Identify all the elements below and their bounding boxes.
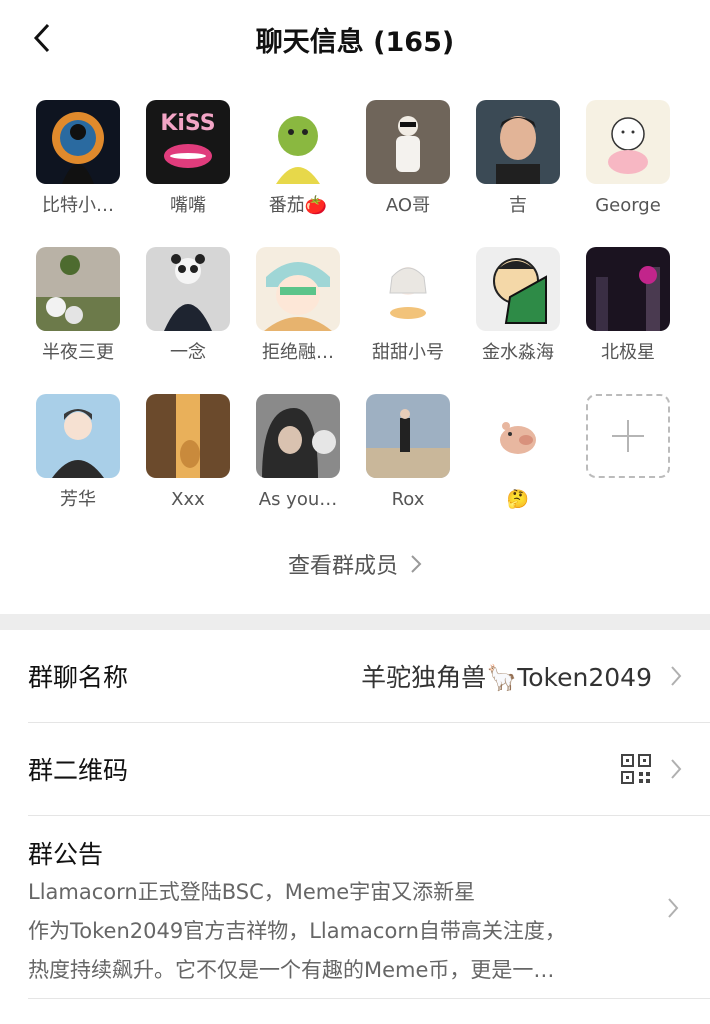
member-item[interactable]: 甜甜小号 <box>353 247 463 365</box>
member-item[interactable]: Xxx <box>133 394 243 512</box>
page-title: 聊天信息 (165) <box>255 27 455 58</box>
add-member-item[interactable] <box>573 394 683 512</box>
member-name: 芳华 <box>60 489 96 510</box>
avatar <box>146 247 230 331</box>
member-name: George <box>595 195 661 216</box>
member-name: Xxx <box>171 489 205 510</box>
group-name-label: 群聊名称 <box>28 663 129 692</box>
announcement-line: 热度持续飙升。它不仅是一个有趣的Meme币，更是一… <box>28 958 555 982</box>
row-divider <box>28 998 710 999</box>
member-item[interactable]: 拒绝融… <box>243 247 353 365</box>
avatar <box>36 394 120 478</box>
member-name: 拒绝融… <box>262 342 334 363</box>
member-item[interactable]: Rox <box>353 394 463 512</box>
row-divider <box>28 815 710 816</box>
group-name-row[interactable]: 群聊名称 羊驼独角兽🦙Token2049 <box>0 630 710 722</box>
avatar <box>36 247 120 331</box>
chevron-right-icon <box>411 555 422 573</box>
member-name: 金水淼海 <box>482 342 554 363</box>
member-grid: 比特小… KiSS 嘴嘴 番茄🍅 AO哥 吉 George 半夜三更 一念 拒绝… <box>23 100 703 512</box>
announcement-line: 作为Token2049官方吉祥物，Llamacorn自带高关注度， <box>28 919 566 943</box>
avatar <box>256 247 340 331</box>
member-item[interactable]: 一念 <box>133 247 243 365</box>
view-all-members-link[interactable]: 查看群成员 <box>0 544 710 584</box>
member-name: 半夜三更 <box>42 342 114 363</box>
group-qr-row[interactable]: 群二维码 <box>0 723 710 815</box>
avatar <box>476 394 560 478</box>
member-item[interactable]: 比特小… <box>23 100 133 218</box>
view-all-label: 查看群成员 <box>287 554 398 579</box>
member-name: AO哥 <box>385 195 431 216</box>
avatar <box>256 394 340 478</box>
section-separator <box>0 614 710 630</box>
announcement-line: Llamacorn正式登陆BSC，Meme宇宙又添新星 <box>28 880 476 904</box>
member-item[interactable]: George <box>573 100 683 218</box>
avatar <box>366 394 450 478</box>
member-name: 番茄🍅 <box>268 195 328 216</box>
member-name: 一念 <box>170 342 206 363</box>
group-name-text: 羊驼独角兽🦙Token2049 <box>361 663 652 692</box>
qr-code-icon <box>621 754 651 784</box>
avatar <box>476 247 560 331</box>
member-item[interactable]: 金水淼海 <box>463 247 573 365</box>
member-name: 甜甜小号 <box>372 342 444 363</box>
member-item[interactable]: As you… <box>243 394 353 512</box>
chevron-right-icon <box>671 666 682 686</box>
member-item[interactable]: 芳华 <box>23 394 133 512</box>
plus-icon <box>612 420 644 452</box>
member-item[interactable]: KiSS 嘴嘴 <box>133 100 243 218</box>
add-member-button[interactable] <box>586 394 670 478</box>
nav-bar: 聊天信息 (165) <box>0 0 710 80</box>
member-name: 比特小… <box>42 195 114 216</box>
member-name: 🤔 <box>506 489 530 510</box>
avatar: KiSS <box>146 100 230 184</box>
group-name-value: 羊驼独角兽🦙Token2049 <box>361 658 682 694</box>
avatar <box>586 100 670 184</box>
group-qr-value <box>620 753 682 785</box>
member-name: Rox <box>391 489 425 510</box>
avatar <box>586 247 670 331</box>
announcement-text: Llamacorn正式登陆BSC，Meme宇宙又添新星 作为Token2049官… <box>28 873 658 990</box>
group-qr-label: 群二维码 <box>28 756 129 785</box>
member-name: As you… <box>258 489 338 510</box>
member-name: 嘴嘴 <box>170 195 206 216</box>
avatar <box>476 100 560 184</box>
member-item[interactable]: 吉 <box>463 100 573 218</box>
avatar <box>36 100 120 184</box>
member-item[interactable]: 半夜三更 <box>23 247 133 365</box>
svg-text:KiSS: KiSS <box>160 111 215 136</box>
member-item[interactable]: 番茄🍅 <box>243 100 353 218</box>
member-item[interactable]: AO哥 <box>353 100 463 218</box>
avatar <box>366 100 450 184</box>
announcement-label: 群公告 <box>28 840 104 869</box>
member-item[interactable]: 北极星 <box>573 247 683 365</box>
avatar <box>146 394 230 478</box>
avatar <box>256 100 340 184</box>
chevron-right-icon <box>668 898 679 918</box>
member-name: 北极星 <box>601 342 655 363</box>
avatar <box>366 247 450 331</box>
member-item[interactable]: 🤔 <box>463 394 573 512</box>
chevron-right-icon <box>671 759 682 779</box>
member-name: 吉 <box>509 195 527 216</box>
